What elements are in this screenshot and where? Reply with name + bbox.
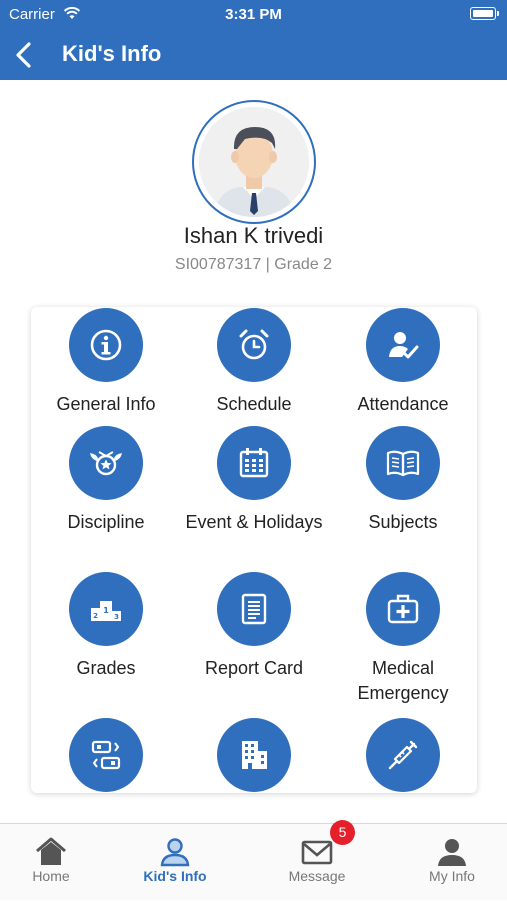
attendance-icon (389, 332, 419, 359)
status-bar: Carrier 3:31 PM (0, 0, 507, 30)
badge-star-icon (90, 451, 122, 476)
tab-message[interactable]: Message (254, 824, 380, 901)
menu-grid: General Info Schedule Attendance Discipl… (31, 307, 477, 793)
book-icon (386, 450, 420, 477)
tile-label: Report Card (204, 658, 304, 678)
avatar-person-icon (199, 107, 309, 217)
message-badge: 5 (330, 820, 355, 845)
tab-bar: Home Kid's Info Message My Info (0, 823, 507, 900)
tile-label-line: Medical (371, 658, 435, 678)
kid-icon (160, 838, 190, 867)
tile-label: Schedule (216, 394, 292, 414)
tab-label: My Info (429, 868, 475, 884)
building-icon (242, 741, 267, 769)
person-icon (438, 839, 466, 866)
tile-label: General Info (56, 394, 156, 414)
clock: 3:31 PM (225, 6, 282, 23)
bus-pass-icon (91, 740, 121, 770)
tab-kids-info[interactable]: Kid's Info (112, 824, 238, 901)
kid-name: Ishan K trivedi (183, 223, 324, 248)
podium-icon: 1 2 3 (91, 601, 121, 621)
kid-id-grade: SI00787317 | Grade 2 (174, 256, 333, 273)
tab-my-info[interactable]: My Info (389, 824, 507, 901)
home-icon (36, 837, 66, 865)
tile-label: Attendance (357, 394, 449, 414)
syringe-icon (388, 740, 418, 770)
battery-icon (470, 7, 499, 20)
back-chevron-icon[interactable] (12, 40, 38, 70)
info-icon (90, 329, 122, 361)
medical-kit-icon (387, 594, 419, 624)
tile-label: Medical Emergency (318, 656, 477, 706)
report-card-icon (241, 593, 267, 625)
tab-label: Kid's Info (143, 868, 207, 884)
mail-icon (301, 840, 333, 865)
tile-label: Discipline (67, 512, 145, 532)
tile-label: Subjects (368, 512, 438, 532)
calendar-icon (239, 448, 269, 478)
tab-label: Message (288, 868, 346, 884)
svg-text:3: 3 (114, 613, 119, 621)
avatar (192, 100, 316, 224)
tab-home[interactable]: Home (0, 824, 114, 901)
nav-bar: Kid's Info (0, 30, 507, 80)
tab-label: Home (32, 868, 70, 884)
tile-label-line: Emergency (357, 683, 449, 703)
tile-label: Event & Holidays (185, 512, 323, 532)
tile-label: Grades (76, 658, 136, 678)
svg-text:2: 2 (93, 612, 98, 620)
svg-text:1: 1 (103, 606, 109, 615)
alarm-clock-icon (239, 329, 269, 360)
page-title: Kid's Info (62, 41, 162, 66)
